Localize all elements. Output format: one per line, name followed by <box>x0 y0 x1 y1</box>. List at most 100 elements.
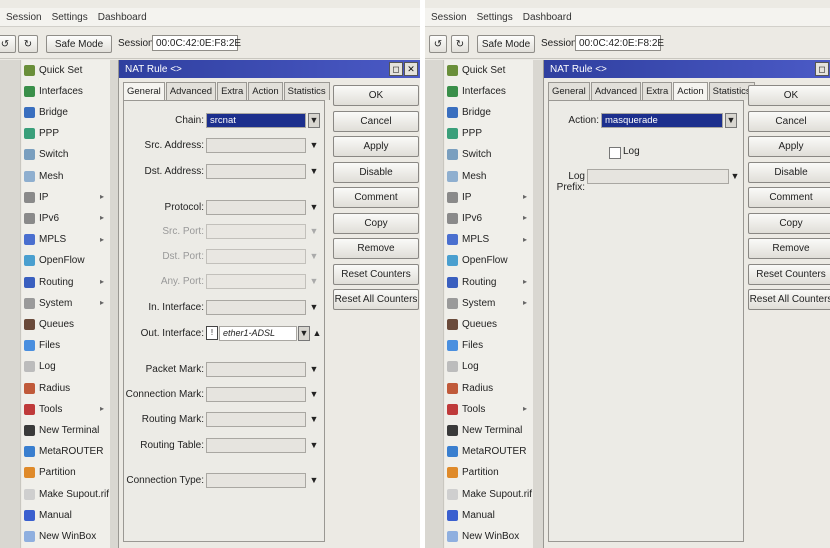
sidebar-item-mesh[interactable]: Mesh <box>447 166 533 186</box>
sidebar-item-bridge[interactable]: Bridge <box>24 102 110 122</box>
tab-advanced[interactable]: Advanced <box>590 82 642 100</box>
apply-button[interactable]: Apply <box>748 136 830 157</box>
sidebar-item-manual[interactable]: Manual <box>24 505 110 525</box>
sidebar-item-radius[interactable]: Radius <box>24 378 110 398</box>
cancel-button[interactable]: Cancel <box>748 110 830 132</box>
sidebar-item-supout[interactable]: Make Supout.rif <box>24 484 110 504</box>
reset-all-counters-button[interactable]: Reset All Counters <box>748 289 830 310</box>
sidebar-item-partition[interactable]: Partition <box>447 463 533 483</box>
tab-extra[interactable]: Extra <box>642 82 673 100</box>
connection-mark-field[interactable] <box>206 387 306 402</box>
sidebar-item-interfaces[interactable]: Interfaces <box>447 81 533 101</box>
sidebar-item-tools[interactable]: Tools ▸ <box>24 399 110 419</box>
safe-mode-button[interactable]: Safe Mode <box>477 35 535 53</box>
reset-counters-button[interactable]: Reset Counters <box>333 263 419 285</box>
sidebar-item-openflow[interactable]: OpenFlow <box>447 251 533 271</box>
sidebar-item-quick-set[interactable]: Quick Set <box>447 60 533 80</box>
chain-select[interactable]: srcnat <box>206 113 306 128</box>
sidebar-item-ip[interactable]: IP ▸ <box>24 187 110 207</box>
menu-dashboard[interactable]: Dashboard <box>523 12 572 23</box>
redo-icon[interactable]: ↻ <box>451 35 469 53</box>
sidebar-item-quick-set[interactable]: Quick Set <box>24 60 110 80</box>
sidebar-item-openflow[interactable]: OpenFlow <box>24 251 110 271</box>
tab-general[interactable]: General <box>548 82 590 100</box>
menu-session[interactable]: Session <box>431 12 467 23</box>
out-interface-collapse-icon[interactable]: ▲ <box>311 326 323 341</box>
action-dropdown-icon[interactable]: ▼ <box>725 113 737 128</box>
in-interface-field[interactable] <box>206 300 306 315</box>
sidebar-item-mpls[interactable]: MPLS ▸ <box>447 230 533 250</box>
session-field[interactable]: 00:0C:42:0E:F8:2E <box>152 35 241 51</box>
tab-general[interactable]: General <box>123 82 165 100</box>
log-prefix-field[interactable] <box>587 169 729 184</box>
in-interface-dropdown-icon[interactable]: ▼ <box>308 300 320 315</box>
chain-dropdown-icon[interactable]: ▼ <box>308 113 320 128</box>
copy-button[interactable]: Copy <box>333 212 419 234</box>
ok-button[interactable]: OK <box>333 85 419 106</box>
sidebar-item-metarouter[interactable]: MetaROUTER <box>447 442 533 462</box>
reset-all-counters-button[interactable]: Reset All Counters <box>333 289 419 310</box>
menu-dashboard[interactable]: Dashboard <box>98 12 147 23</box>
sidebar-item-metarouter[interactable]: MetaROUTER <box>24 442 110 462</box>
out-interface-dropdown-icon[interactable]: ▼ <box>298 326 310 341</box>
comment-button[interactable]: Comment <box>748 187 830 208</box>
sidebar-item-ppp[interactable]: PPP <box>447 124 533 144</box>
safe-mode-button[interactable]: Safe Mode <box>46 35 112 53</box>
sidebar-item-switch[interactable]: Switch <box>447 145 533 165</box>
routing-mark-dropdown-icon[interactable]: ▼ <box>308 412 320 427</box>
packet-mark-dropdown-icon[interactable]: ▼ <box>308 362 320 377</box>
sidebar-item-tools[interactable]: Tools ▸ <box>447 399 533 419</box>
undo-icon[interactable]: ↺ <box>0 35 16 53</box>
sidebar-item-switch[interactable]: Switch <box>24 145 110 165</box>
cancel-button[interactable]: Cancel <box>333 110 419 132</box>
menu-session[interactable]: Session <box>6 12 42 23</box>
menu-settings[interactable]: Settings <box>477 12 513 23</box>
redo-icon[interactable]: ↻ <box>18 35 38 53</box>
sidebar-item-winbox[interactable]: New WinBox <box>447 526 533 546</box>
apply-button[interactable]: Apply <box>333 136 419 157</box>
sidebar-item-ip[interactable]: IP ▸ <box>447 187 533 207</box>
sidebar-item-supout[interactable]: Make Supout.rif <box>447 484 533 504</box>
tab-extra[interactable]: Extra <box>217 82 248 100</box>
routing-table-dropdown-icon[interactable]: ▼ <box>308 438 320 453</box>
connection-type-dropdown-icon[interactable]: ▼ <box>308 473 320 488</box>
dst-address-dropdown-icon[interactable]: ▼ <box>308 164 320 179</box>
tab-action[interactable]: Action <box>673 82 708 100</box>
sidebar-item-winbox[interactable]: New WinBox <box>24 526 110 546</box>
sidebar-item-log[interactable]: Log <box>447 357 533 377</box>
src-address-field[interactable] <box>206 138 306 153</box>
sidebar-item-terminal[interactable]: New Terminal <box>24 420 110 440</box>
log-checkbox[interactable] <box>609 147 621 159</box>
out-interface-negate[interactable]: ! <box>206 326 218 340</box>
restore-icon[interactable]: ◻ <box>389 62 403 76</box>
sidebar-item-log[interactable]: Log <box>24 357 110 377</box>
sidebar-item-routing[interactable]: Routing ▸ <box>447 272 533 292</box>
packet-mark-field[interactable] <box>206 362 306 377</box>
sidebar-item-radius[interactable]: Radius <box>447 378 533 398</box>
tab-statistics[interactable]: Statistics <box>283 82 330 100</box>
tab-advanced[interactable]: Advanced <box>165 82 217 100</box>
remove-button[interactable]: Remove <box>333 238 419 259</box>
sidebar-item-queues[interactable]: Queues <box>24 314 110 334</box>
sidebar-item-mesh[interactable]: Mesh <box>24 166 110 186</box>
undo-icon[interactable]: ↺ <box>429 35 447 53</box>
sidebar-item-system[interactable]: System ▸ <box>447 293 533 313</box>
protocol-field[interactable] <box>206 200 306 215</box>
disable-button[interactable]: Disable <box>748 161 830 183</box>
routing-mark-field[interactable] <box>206 412 306 427</box>
sidebar-item-files[interactable]: Files <box>24 336 110 356</box>
reset-counters-button[interactable]: Reset Counters <box>748 263 830 285</box>
restore-icon[interactable]: ◻ <box>815 62 829 76</box>
sidebar-item-system[interactable]: System ▸ <box>24 293 110 313</box>
menu-settings[interactable]: Settings <box>52 12 88 23</box>
routing-table-field[interactable] <box>206 438 306 453</box>
disable-button[interactable]: Disable <box>333 161 419 183</box>
tab-action[interactable]: Action <box>248 82 283 100</box>
ok-button[interactable]: OK <box>748 85 830 106</box>
sidebar-item-ppp[interactable]: PPP <box>24 124 110 144</box>
sidebar-item-bridge[interactable]: Bridge <box>447 102 533 122</box>
sidebar-item-files[interactable]: Files <box>447 336 533 356</box>
log-prefix-dropdown-icon[interactable]: ▼ <box>729 169 741 184</box>
connection-type-field[interactable] <box>206 473 306 488</box>
sidebar-item-partition[interactable]: Partition <box>24 463 110 483</box>
